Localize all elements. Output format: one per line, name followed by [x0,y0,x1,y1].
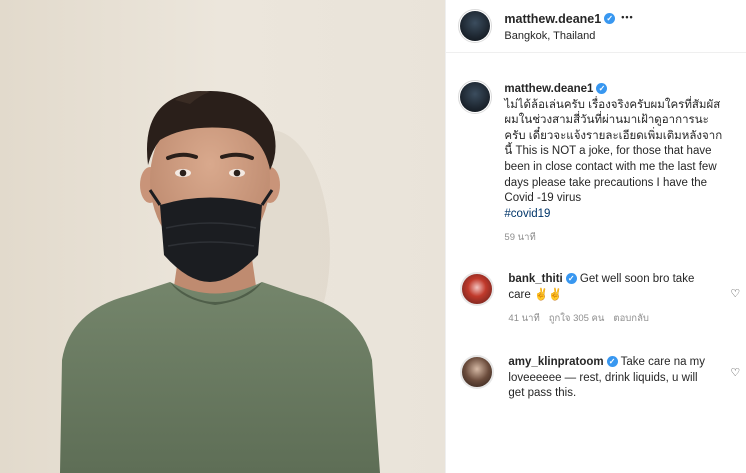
caption-avatar[interactable] [458,80,493,114]
scroll-fade [446,403,746,473]
verified-badge-icon: ✓ [604,12,616,24]
comment-item: amy_klinpratoom ✓ Take care na my loveeee… [460,355,735,402]
author-avatar[interactable] [458,9,493,43]
comment-likes[interactable]: ถูกใจ 305 คน [549,311,605,327]
comment-avatar[interactable] [460,355,495,389]
post-caption: matthew.deane1 ✓ ไม่ได้ล้อเล่นครับ เรื่อง… [458,80,730,246]
caption-username[interactable]: matthew.deane1 [504,83,593,95]
heart-icon[interactable]: ♡ [730,366,740,379]
post-header: matthew.deane1 ✓ ••• Bangkok, Thailand [446,0,746,53]
verified-badge-icon: ✓ [596,83,608,95]
heart-icon[interactable]: ♡ [730,287,740,300]
more-options-icon[interactable]: ••• [621,12,633,23]
caption-text: ไม่ได้ล้อเล่นครับ เรื่องจริงครับผมใครที่… [504,98,723,205]
comment-username[interactable]: amy_klinpratoom [508,356,603,368]
instagram-post: matthew.deane1 ✓ ••• Bangkok, Thailand mat… [0,0,746,473]
verified-badge-icon: ✓ [606,356,618,368]
post-location[interactable]: Bangkok, Thailand [504,30,633,42]
caption-hashtag[interactable]: #covid19 [504,207,728,223]
man-with-mask-photo [0,0,446,473]
comment-reply-button[interactable]: ตอบกลับ [613,311,649,327]
verified-badge-icon: ✓ [565,273,577,285]
comment-timestamp: 41 นาที [508,313,540,325]
comment-item: bank_thiti ✓ Get well soon bro take care … [460,272,735,327]
post-side-panel: matthew.deane1 ✓ ••• Bangkok, Thailand mat… [445,0,746,473]
comment-username[interactable]: bank_thiti [508,273,562,285]
post-photo[interactable] [0,0,446,473]
comment-avatar[interactable] [460,272,495,306]
author-username[interactable]: matthew.deane1 [504,12,601,26]
caption-timestamp: 59 นาที [504,232,536,244]
